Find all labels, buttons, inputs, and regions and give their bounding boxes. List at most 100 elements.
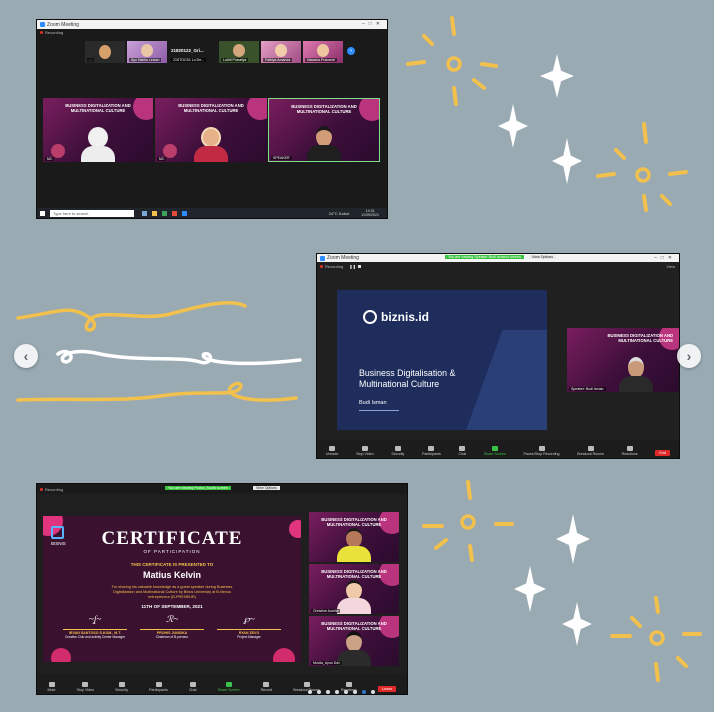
app-icon[interactable] [172, 210, 177, 216]
people-icon [155, 682, 162, 687]
pause-stop-recording-button[interactable]: Pause/Stop Recording [524, 446, 560, 456]
certificate-description: For sharing his valuable knowledge as a … [111, 585, 233, 599]
view-button[interactable]: View [666, 264, 675, 269]
recording-indicator: Recording [37, 29, 387, 35]
shared-slide: biznis.id Business Digitalisation & Mult… [337, 290, 547, 430]
tile-title: BUSINESS DIGITALIZATION AND MULTINATIONA… [291, 104, 357, 114]
view-options-button[interactable]: View Options [253, 486, 281, 490]
slide-title: Business Digitalisation & Multinational … [359, 368, 456, 389]
stop-video-button[interactable]: Stop Video [77, 682, 94, 692]
window-titlebar: Zoom Meeting You are viewing Speaker Bud… [317, 254, 679, 262]
carousel-dot[interactable] [344, 690, 348, 694]
tile-title: BUSINESS DIGITALIZATION AND MULTINATIONA… [321, 569, 387, 579]
breakout-rooms-button[interactable]: Breakout Rooms [577, 446, 604, 456]
participant-thumb[interactable]: 21820122_Gri... 21STOCS1 Lu De... [169, 41, 217, 63]
participant-thumb[interactable]: ... [85, 41, 125, 63]
participant-name: Speaker: Budi Isman [569, 387, 606, 391]
signatures: ~ʆ~ IRVAN SANTOSO S.KOM., M.T. Creative … [63, 614, 281, 639]
app-icon[interactable] [162, 210, 167, 216]
leave-button[interactable]: Leave [378, 686, 397, 692]
app-icon[interactable] [152, 210, 157, 216]
reactions-button[interactable]: Reactions [622, 446, 638, 456]
participant-name: MC [45, 157, 55, 161]
signature-block: ~ʆ~ IRVAN SANTOSO S.KOM., M.T. Creative … [63, 614, 127, 639]
carousel-dots[interactable] [308, 690, 375, 694]
participant-video [307, 126, 341, 161]
participant-name: Luthfi Prasetya [221, 58, 249, 62]
security-button[interactable]: Security [115, 682, 128, 692]
zoom-window-screenshare: Zoom Meeting You are viewing Speaker Bud… [316, 253, 680, 459]
share-screen-icon [225, 682, 232, 687]
view-options-button[interactable]: View Options [529, 255, 557, 259]
participant-thumb[interactable]: Ayu Nabila Lestari [127, 41, 167, 63]
participant-video [337, 528, 371, 562]
participant-thumb[interactable]: Fathiya Amanda [261, 41, 301, 63]
speaker-video-tile[interactable]: BUSINESS DIGITALIZATION AND MULTINATIONA… [567, 328, 679, 392]
certificate-date: 11TH OF SEPTEMBER, 2021 [141, 604, 203, 609]
window-controls[interactable]: –□✕ [654, 255, 676, 261]
unmute-button[interactable]: Unmute [326, 446, 338, 456]
video-tile[interactable]: BUSINESS DIGITALIZATION AND MULTINATIONA… [155, 98, 267, 162]
signature-block: ℘~ RYAN ZEVO Project Manager [217, 614, 281, 639]
shared-certificate: BISNIS CERTIFICATE OF PARTICIPATION THIS… [43, 516, 301, 662]
video-tile-active-speaker[interactable]: BUSINESS DIGITALIZATION AND MULTINATIONA… [268, 98, 380, 162]
smiley-icon [626, 446, 633, 451]
app-icon[interactable] [142, 210, 147, 216]
mute-button[interactable]: Mute [48, 682, 56, 692]
share-screen-button[interactable]: Share Screen [218, 682, 240, 692]
tile-title: BUSINESS DIGITALIZATION AND MULTINATIONA… [178, 103, 244, 113]
end-button[interactable]: End [655, 450, 671, 456]
chat-button[interactable]: Chat [459, 446, 466, 456]
record-dot-icon [40, 487, 43, 491]
tile-title: BUSINESS DIGITALIZATION AND MULTINATIONA… [321, 621, 387, 631]
participants-button[interactable]: Participants [149, 682, 168, 692]
carousel-next-button[interactable]: › [677, 344, 701, 368]
stop-icon[interactable] [357, 264, 361, 268]
carousel-dot[interactable] [335, 690, 339, 694]
carousel-dot[interactable] [353, 690, 357, 694]
weather-text: 24°C Kabut [328, 210, 350, 216]
certificate-presented-to: THIS CERTIFICATE IS PRESENTED TO [130, 562, 214, 567]
participants-button[interactable]: Participants [422, 446, 441, 456]
participant-name: Natasha Pramesti [305, 58, 337, 62]
carousel-dot[interactable] [362, 690, 366, 694]
windows-start-icon[interactable] [40, 210, 45, 216]
carousel-prev-button[interactable]: ‹ [14, 344, 38, 368]
recording-label: Recording [45, 29, 64, 35]
carousel-dot[interactable] [326, 690, 330, 694]
security-button[interactable]: Security [391, 446, 404, 456]
chat-button[interactable]: Chat [189, 682, 197, 692]
carousel-dot[interactable] [317, 690, 321, 694]
carousel-dot[interactable] [371, 690, 375, 694]
next-page-icon[interactable]: › [347, 47, 355, 55]
meeting-toolbar: Unmute Stop Video Security Participants … [317, 440, 679, 458]
carousel-dot[interactable] [308, 690, 312, 694]
video-tile[interactable]: BUSINESS DIGITALIZATION AND MULTINATIONA… [309, 564, 399, 614]
window-controls[interactable]: –□✕ [362, 21, 384, 27]
participant-name: ... [87, 58, 94, 62]
participant-video [337, 580, 371, 614]
record-dot-icon [40, 30, 43, 34]
share-screen-button[interactable]: Share Screen [484, 446, 506, 456]
zoom-logo-icon [40, 22, 45, 27]
mic-off-icon [329, 446, 336, 451]
record-icon [263, 682, 270, 687]
stop-video-button[interactable]: Stop Video [356, 446, 374, 456]
video-tile[interactable]: BUSINESS DIGITALIZATION AND MULTINATIONA… [309, 616, 399, 666]
thumbnail-strip: ... Ayu Nabila Lestari 21820122_Gri... 2… [85, 41, 355, 63]
video-tile[interactable]: BUSINESS DIGITALIZATION AND MULTINATIONA… [309, 512, 399, 562]
zoom-window-certificate: Recording You are viewing Pocha_Soul's s… [36, 483, 408, 695]
record-button[interactable]: Record [261, 682, 272, 692]
participant-video [619, 357, 654, 392]
shield-icon [394, 446, 401, 451]
participant-thumb[interactable]: Luthfi Prasetya [219, 41, 259, 63]
signature-image: ℘~ [243, 614, 255, 624]
certificate-recipient: Matius Kelvin [142, 570, 201, 580]
app-icon[interactable] [182, 210, 187, 216]
video-tile[interactable]: BUSINESS DIGITALIZATION AND MULTINATIONA… [43, 98, 153, 162]
windows-taskbar: Type here to search 24°C Kabut 14:31 11/… [37, 208, 387, 218]
slide-presenter: Budi Isman [359, 400, 387, 406]
pause-icon[interactable]: ❚❚ [349, 264, 356, 269]
taskbar-search[interactable]: Type here to search [50, 209, 134, 217]
participant-thumb[interactable]: Natasha Pramesti [303, 41, 343, 63]
